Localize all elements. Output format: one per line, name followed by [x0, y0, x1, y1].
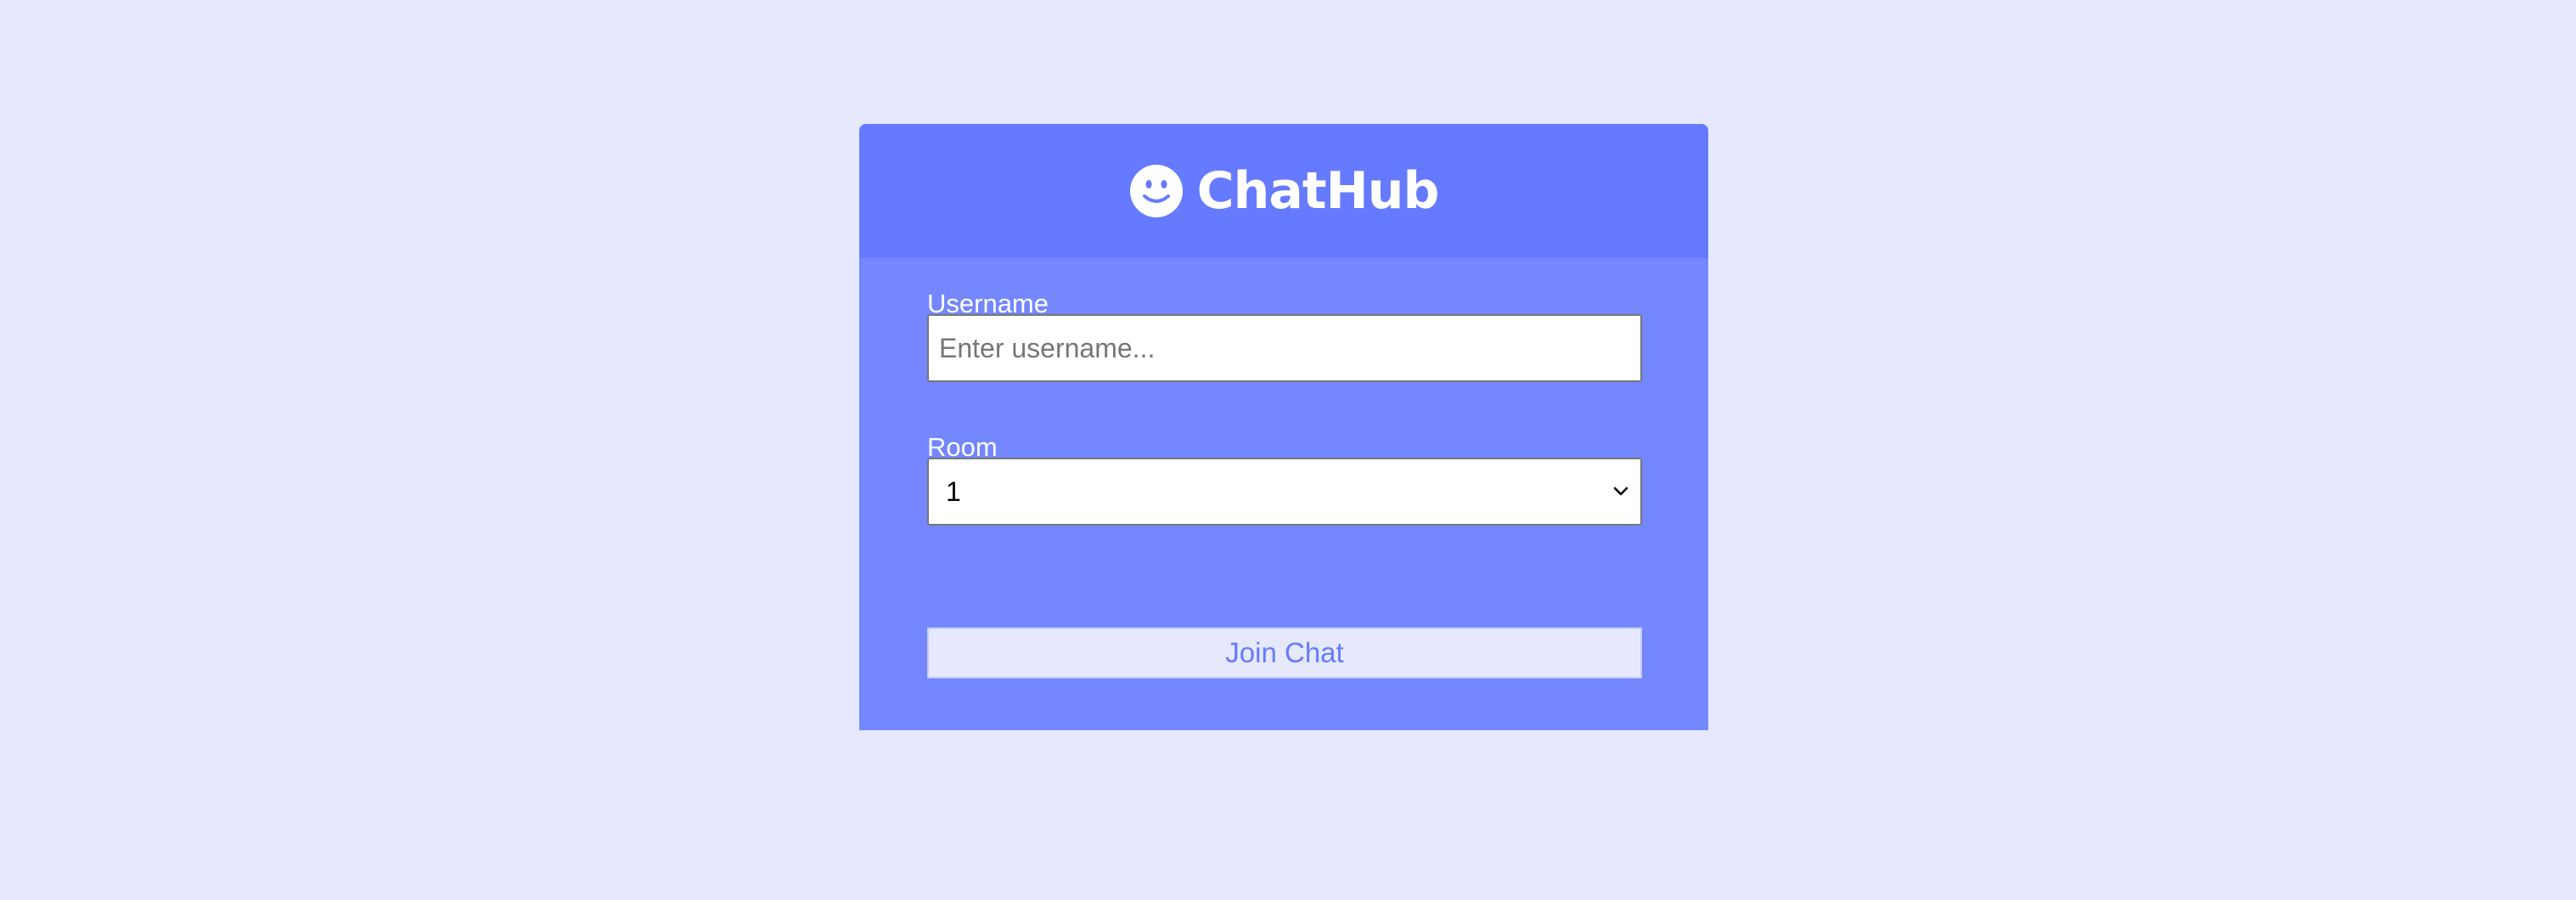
- join-chat-button[interactable]: Join Chat: [927, 627, 1642, 678]
- app-title: ChatHub: [1196, 161, 1440, 221]
- login-card: ChatHub Username Room 1 Join Chat: [859, 124, 1708, 730]
- username-input[interactable]: [927, 314, 1642, 382]
- join-form: Username Room 1 Join Chat: [859, 258, 1708, 730]
- room-select-wrapper: 1: [927, 458, 1642, 526]
- smiley-icon: [1129, 165, 1183, 217]
- card-header: ChatHub: [859, 124, 1708, 258]
- room-select[interactable]: 1: [927, 458, 1642, 526]
